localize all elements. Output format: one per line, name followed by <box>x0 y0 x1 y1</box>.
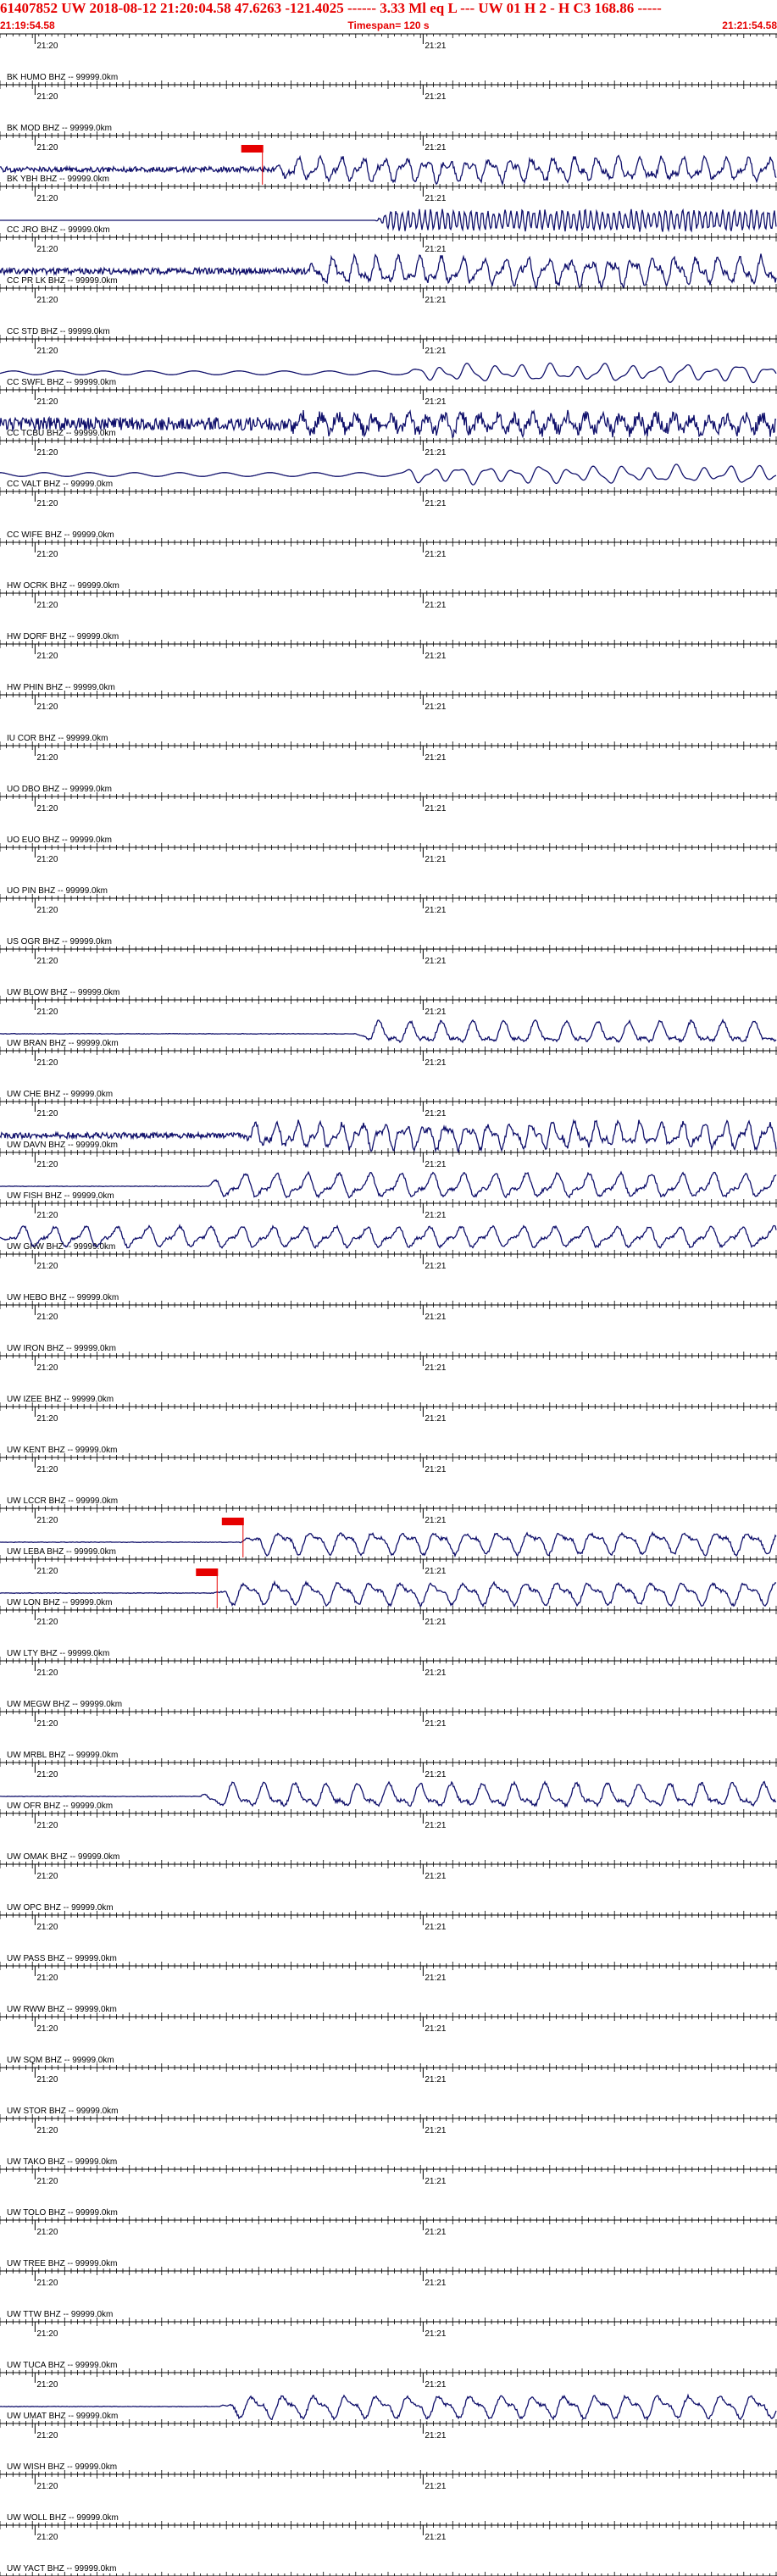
minute-label: 21:21 <box>425 42 446 51</box>
channel-row: 21:20 21:21UW BRAN BHZ -- 99999.0km <box>0 999 777 1052</box>
minute-label: 21:20 <box>36 855 58 864</box>
minute-label: 21:21 <box>425 804 446 813</box>
minute-label: 21:21 <box>425 906 446 915</box>
channel-label: CC PR LK BHZ -- 99999.0km <box>7 276 118 286</box>
minute-label: 21:20 <box>36 194 58 203</box>
minute-label: 21:20 <box>36 347 58 356</box>
end-time-label: 21:21:54.58 <box>722 19 777 31</box>
channel-row: 21:20 21:21 BK YBH BHZ -- 99999.0km <box>0 135 777 187</box>
plot-header: 61407852 UW 2018-08-12 21:20:04.58 47.62… <box>0 0 777 32</box>
minute-label: 21:21 <box>425 499 446 508</box>
event-title: 61407852 UW 2018-08-12 21:20:04.58 47.62… <box>0 0 662 16</box>
channel-label: CC VALT BHZ -- 99999.0km <box>7 480 113 489</box>
minute-label: 21:20 <box>36 550 58 559</box>
channel-label: IU COR BHZ -- 99999.0km <box>7 734 108 743</box>
channel-label: UO DBO BHZ -- 99999.0km <box>7 785 112 794</box>
minute-label: 21:21 <box>425 296 446 305</box>
minute-label: 21:21 <box>425 957 446 966</box>
minute-label: 21:20 <box>36 42 58 51</box>
minute-label: 21:20 <box>36 753 58 763</box>
minute-label: 21:21 <box>425 92 446 102</box>
channel-row: 21:20 21:21 CC STD BHZ -- 99999.0km <box>0 287 777 340</box>
channel-row: 21:20 21:21 UO PIN BHZ -- 99999.0km <box>0 847 777 899</box>
minute-label: 21:20 <box>36 957 58 966</box>
minute-label: 21:21 <box>425 855 446 864</box>
timespan-label: Timespan= 120 s <box>347 19 430 31</box>
minute-label: 21:21 <box>425 702 446 712</box>
minute-label: 21:20 <box>36 92 58 102</box>
channel-label: CC STD BHZ -- 99999.0km <box>7 327 110 336</box>
channel-row: 21:20 21:21 CC SWFL BHZ -- 99999.0km <box>0 338 777 391</box>
waveform-trace <box>0 362 777 384</box>
channel-row: 21:20 21:21 UO EUO BHZ -- 99999.0km <box>0 796 777 848</box>
channel-row: 21:20 21:21 UW BLOW BHZ -- 99999.0km <box>0 948 777 1001</box>
channel-row: 21:20 21:21 IU COR BHZ -- 99999.0km <box>0 694 777 747</box>
channel-row: 21:20 21:21 HW OCRK BHZ -- 99999.0km <box>0 541 777 594</box>
minute-label: 21:21 <box>425 550 446 559</box>
channel-row: 21:20 21:21 HW PHIN BHZ -- 99999.0km <box>0 643 777 696</box>
minute-label: 21:20 <box>36 804 58 813</box>
channel-row: 21:20 21:21 BK HUMO BHZ -- 99999.0km <box>0 33 777 86</box>
channel-label: BK MOD BHZ -- 99999.0km <box>7 124 112 133</box>
waveform-trace <box>0 409 777 439</box>
channel-label: US OGR BHZ -- 99999.0km <box>7 937 112 947</box>
channel-label: UO EUO BHZ -- 99999.0km <box>7 836 112 845</box>
minute-label: 21:21 <box>425 448 446 458</box>
minute-label: 21:20 <box>36 601 58 610</box>
waveform-trace <box>0 464 777 486</box>
minute-label: 21:20 <box>36 296 58 305</box>
pick-flag <box>241 145 264 153</box>
channel-row: 21:20 21:21 UO DBO BHZ -- 99999.0km <box>0 745 777 797</box>
channel-row: 21:20 21:21 CC PR LK BHZ -- 99999.0km <box>0 236 777 291</box>
channel-label: CC SWFL BHZ -- 99999.0km <box>7 378 116 387</box>
minute-label: 21:20 <box>36 245 58 254</box>
minute-label: 21:20 <box>36 143 58 153</box>
waveform-trace <box>0 208 777 233</box>
minute-label: 21:21 <box>425 397 446 407</box>
channel-row: 21:20 21:21 CC JRO BHZ -- 99999.0km <box>0 186 777 238</box>
channel-row: 21:20 21:21 BK MOD BHZ -- 99999.0km <box>0 84 777 136</box>
channel-label: CC WIFE BHZ -- 99999.0km <box>7 530 114 540</box>
minute-label: 21:20 <box>36 397 58 407</box>
channel-label: BK YBH BHZ -- 99999.0km <box>7 175 109 184</box>
channel-label: UW BLOW BHZ -- 99999.0km <box>7 988 119 997</box>
minute-label: 21:20 <box>36 652 58 661</box>
channel-label: UO PIN BHZ -- 99999.0km <box>7 886 108 896</box>
channel-row: 21:20 21:21 HW DORF BHZ -- 99999.0km <box>0 592 777 645</box>
channel-label: HW PHIN BHZ -- 99999.0km <box>7 683 115 692</box>
minute-label: 21:21 <box>425 652 446 661</box>
channel-row: 21:20 21:21CC TCBU BHZ -- 99999.0km <box>0 389 777 441</box>
channel-label: HW OCRK BHZ -- 99999.0km <box>7 581 119 591</box>
channel-row: 21:20 21:21 US OGR BHZ -- 99999.0km <box>0 897 777 950</box>
minute-label: 21:21 <box>425 143 446 153</box>
waveform-trace <box>0 154 777 186</box>
minute-label: 21:21 <box>425 601 446 610</box>
minute-label: 21:21 <box>425 194 446 203</box>
minute-label: 21:20 <box>36 906 58 915</box>
minute-label: 21:20 <box>36 448 58 458</box>
channel-label: BK HUMO BHZ -- 99999.0km <box>7 73 118 82</box>
minute-label: 21:20 <box>36 702 58 712</box>
seismogram-plot: 21:20 21:21BK HUMO BHZ -- 99999.0km21:20 2… <box>0 33 777 2576</box>
channel-row: 21:20 21:21 CC WIFE BHZ -- 99999.0km <box>0 491 777 543</box>
minute-label: 21:21 <box>425 245 446 254</box>
channel-row: 21:20 21:21 CC VALT BHZ -- 99999.0km <box>0 440 777 492</box>
channel-label: CC JRO BHZ -- 99999.0km <box>7 225 110 235</box>
minute-label: 21:21 <box>425 347 446 356</box>
minute-label: 21:21 <box>425 753 446 763</box>
minute-label: 21:20 <box>36 499 58 508</box>
channel-label: HW DORF BHZ -- 99999.0km <box>7 632 119 641</box>
